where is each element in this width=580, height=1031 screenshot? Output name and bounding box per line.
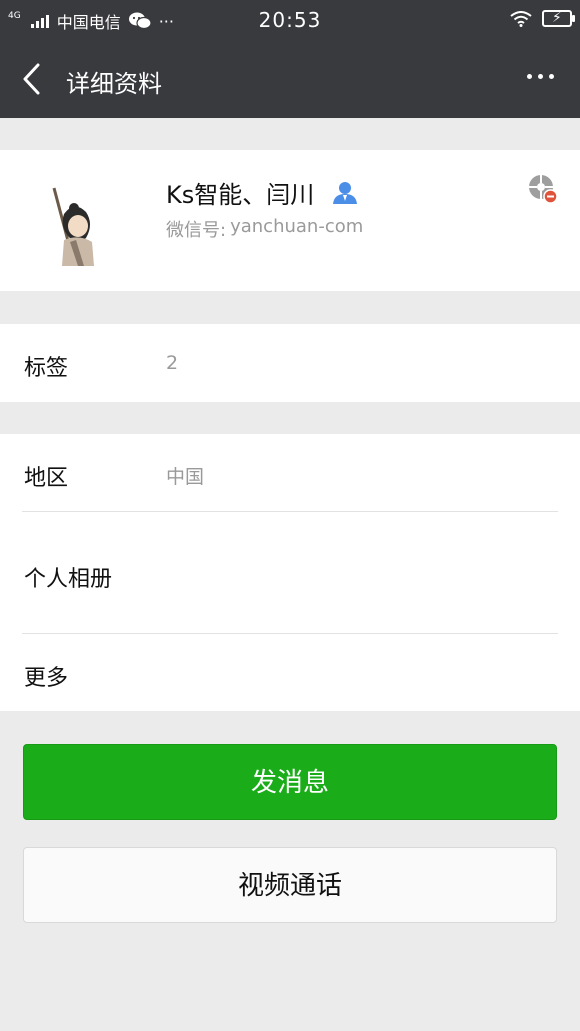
wechat-id-value: yanchuan-com [230,216,364,237]
page-title: 详细资料 [66,70,162,98]
profile-card[interactable]: Ks智能、闫川 微信号: yanchuan-com [0,150,580,291]
divider [22,633,558,634]
status-bar: 4G 中国电信 ··· 20:53 ⚡ [0,0,580,40]
more-dots-icon[interactable] [527,74,554,79]
send-message-button[interactable]: 发消息 [23,744,557,820]
region-value: 中国 [166,466,205,488]
battery-icon: ⚡ [542,10,575,27]
profile-name: Ks智能、闫川 [166,181,315,209]
nav-bar: 详细资料 [0,40,580,118]
tags-row[interactable]: 标签 2 [0,324,580,402]
status-time: 20:53 [258,8,322,32]
divider [22,511,558,512]
wifi-icon [510,10,532,27]
chevron-left-icon[interactable] [18,62,48,96]
tags-label: 标签 [24,356,69,381]
tags-value: 2 [166,352,179,374]
top-bar: 4G 中国电信 ··· 20:53 ⚡ 详细资料 [0,0,580,118]
info-group: 地区 中国 个人相册 更多 [0,434,580,711]
star-friend-badge-icon[interactable] [528,174,558,204]
avatar[interactable] [24,170,124,270]
contact-person-icon [333,181,358,204]
video-call-button[interactable]: 视频通话 [23,847,557,923]
wechat-id-label: 微信号: [166,220,227,241]
wechat-id: 微信号: yanchuan-com [166,216,363,242]
region-label: 地区 [24,466,69,491]
album-label[interactable]: 个人相册 [24,561,112,593]
more-label[interactable]: 更多 [24,660,68,692]
